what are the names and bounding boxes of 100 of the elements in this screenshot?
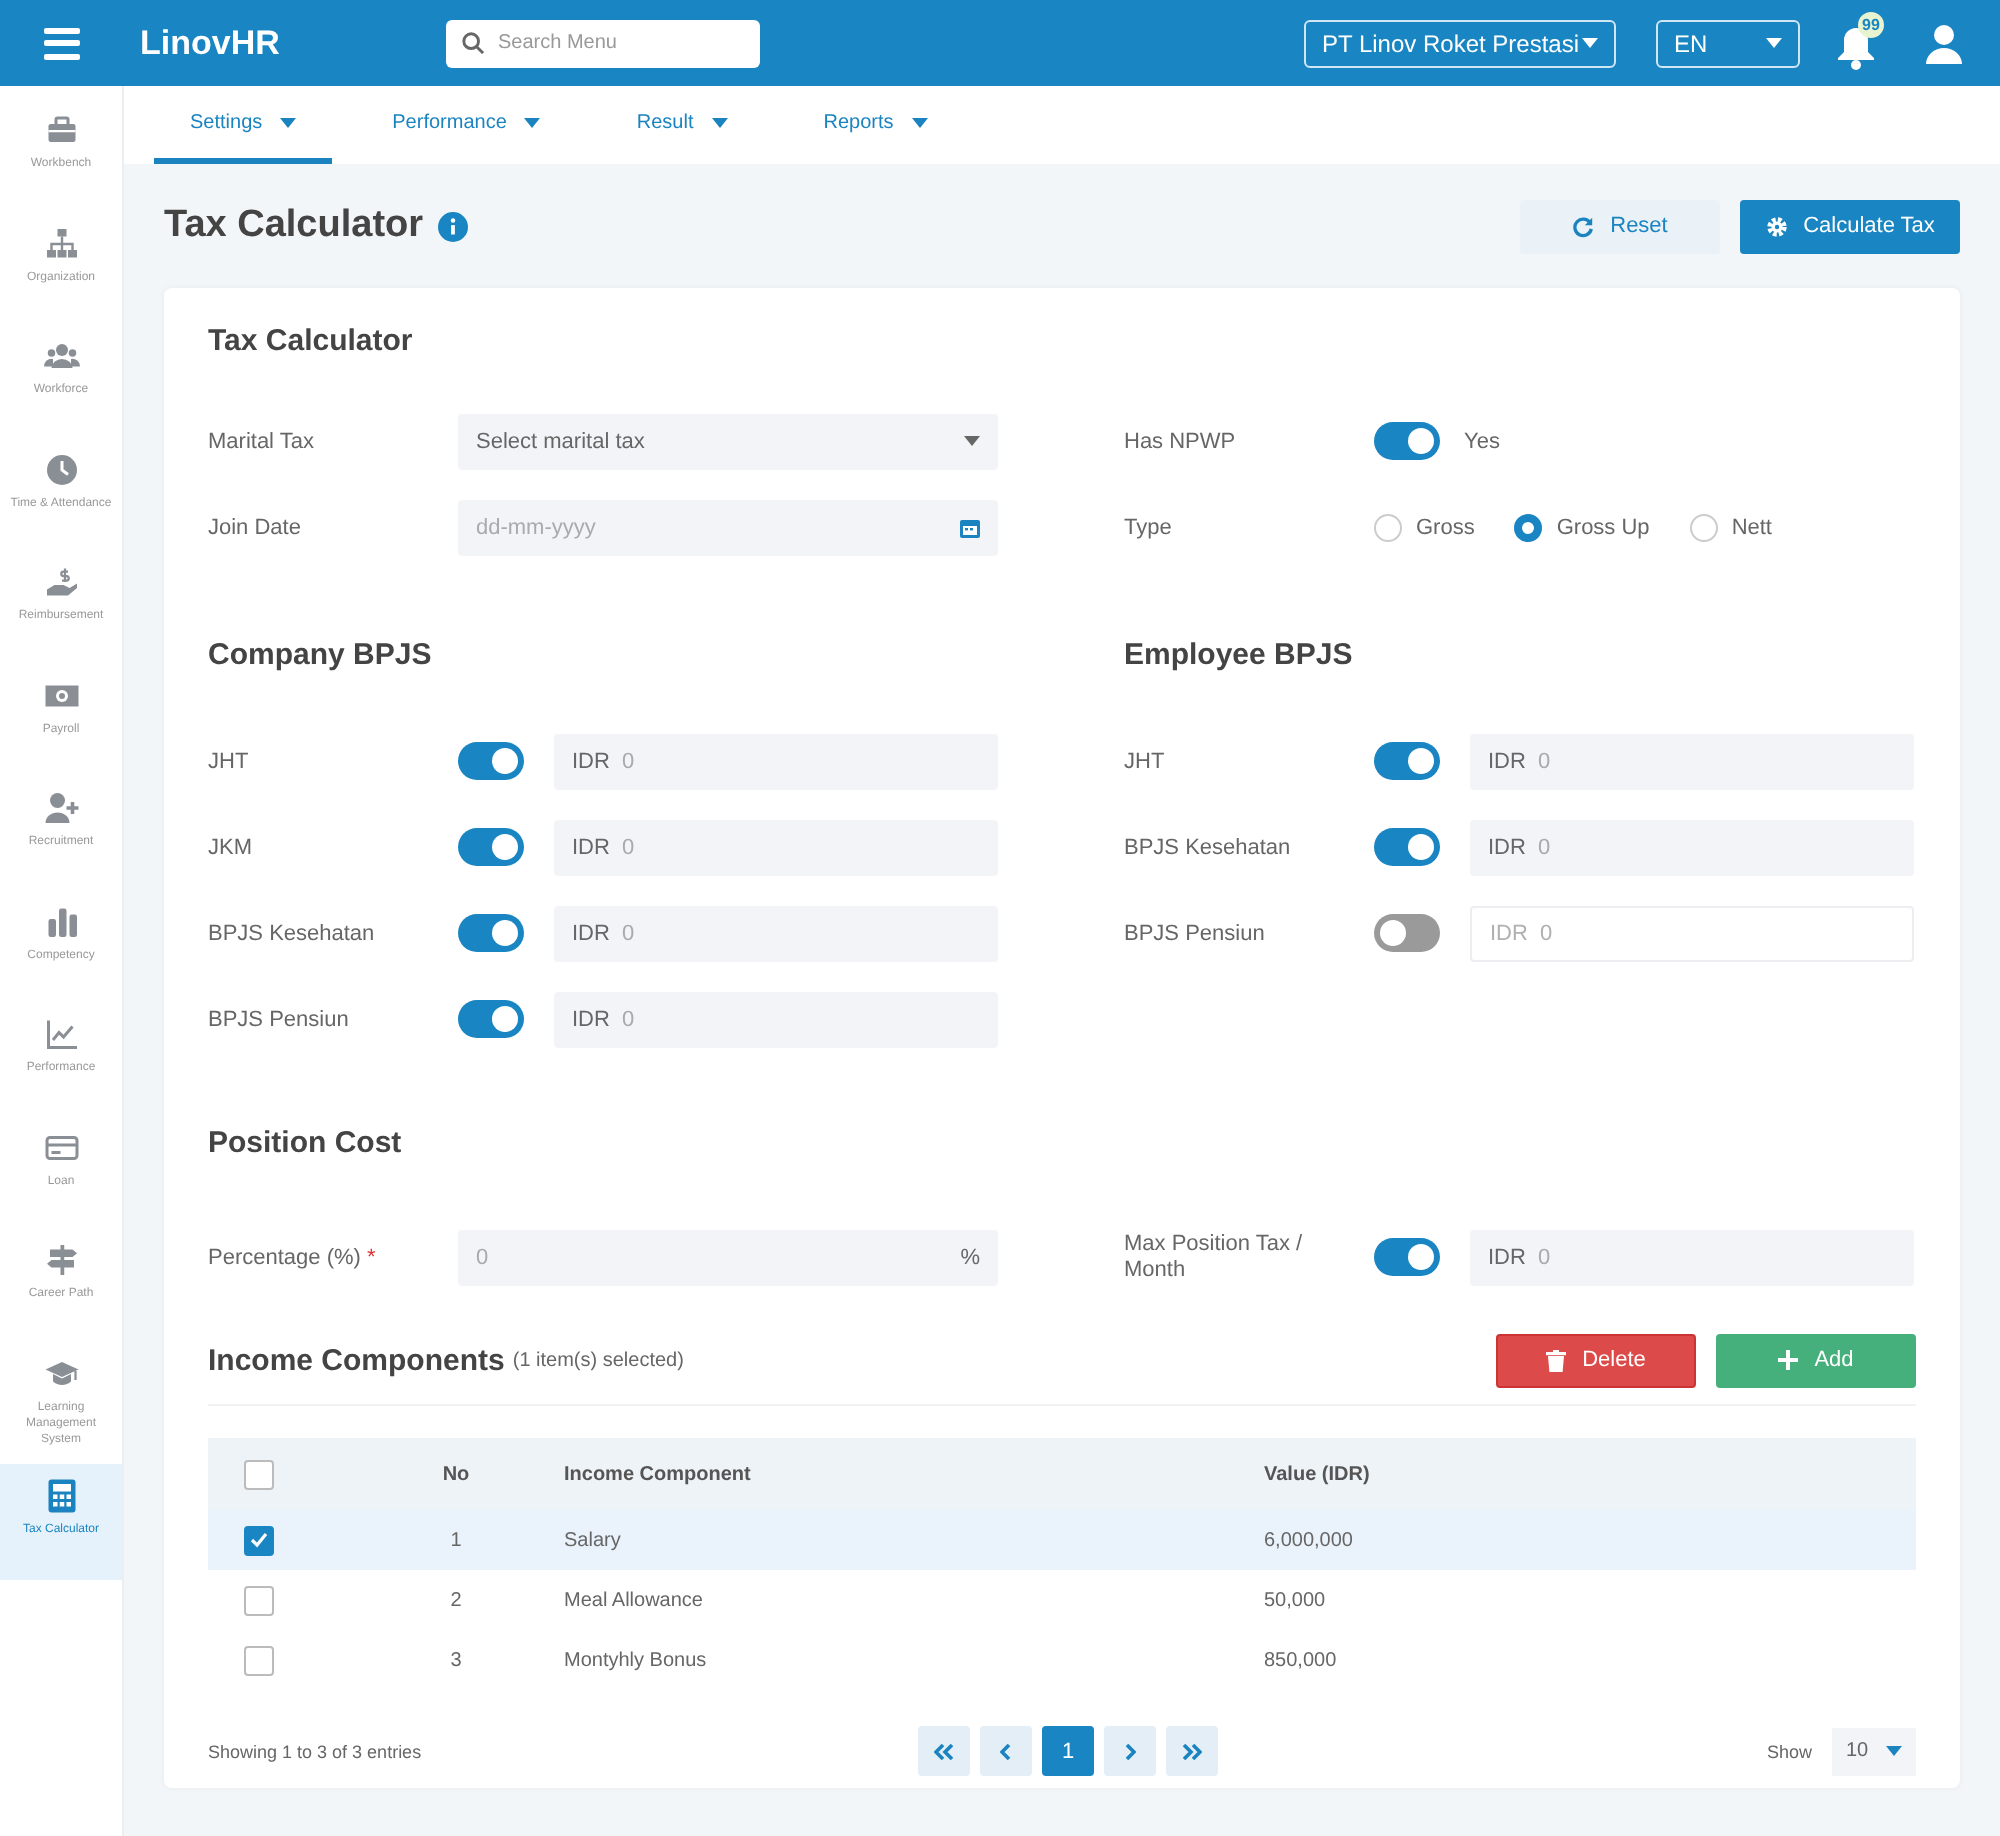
refresh-icon xyxy=(1572,215,1595,237)
field-label: Join Date xyxy=(208,515,303,539)
field-label: BPJS Pensiun xyxy=(208,1007,351,1031)
toggle-switch[interactable] xyxy=(1374,1238,1440,1276)
caret-icon xyxy=(911,117,928,127)
module-icon xyxy=(43,338,79,374)
table-cell: Meal Allowance xyxy=(562,1570,1262,1630)
info-icon[interactable] xyxy=(437,211,468,241)
chevron-left-icon xyxy=(1000,1743,1012,1759)
next-page-button[interactable] xyxy=(1104,1726,1156,1776)
toggle-switch[interactable] xyxy=(458,828,524,866)
toggle-label: Yes xyxy=(1464,429,1500,453)
toggle-switch[interactable] xyxy=(458,914,524,952)
page-button[interactable]: 1 xyxy=(1042,1726,1094,1776)
first-page-button[interactable] xyxy=(918,1726,970,1776)
add-button[interactable]: Add xyxy=(1716,1333,1916,1387)
gear-icon xyxy=(1765,215,1788,237)
radio-button[interactable] xyxy=(1374,513,1402,541)
table-cell-text: 3 xyxy=(448,1647,464,1675)
table-cell: 50,000 xyxy=(1262,1570,1916,1630)
user-icon[interactable] xyxy=(1924,23,1964,63)
amount-field[interactable]: IDR 0 xyxy=(1470,733,1914,789)
field-label: Percentage (%) * xyxy=(208,1245,378,1269)
toggle-switch[interactable] xyxy=(1374,828,1440,866)
nav-tab[interactable]: Result xyxy=(600,86,764,164)
plus-icon xyxy=(1778,1350,1799,1370)
nav-tab[interactable]: Performance xyxy=(356,86,577,164)
radio-option[interactable]: Gross xyxy=(1374,513,1475,541)
module-icon xyxy=(43,1016,79,1052)
delete-button[interactable]: Delete xyxy=(1496,1333,1696,1387)
card-title: Tax Calculator xyxy=(208,321,415,361)
radio-button[interactable] xyxy=(1514,513,1543,541)
app-logo: LinovHR xyxy=(140,23,282,63)
last-page-button[interactable] xyxy=(1166,1726,1218,1776)
check-icon xyxy=(250,1532,268,1548)
checkbox[interactable] xyxy=(244,1525,274,1555)
double-chevron-left-icon xyxy=(934,1743,954,1759)
section-title: Employee BPJS xyxy=(1124,638,1355,676)
amount-field[interactable]: IDR 0 xyxy=(554,905,998,961)
table-cell-text: Montyhly Bonus xyxy=(562,1647,709,1675)
amount-field[interactable]: IDR 0 xyxy=(554,819,998,875)
page-size-select[interactable]: 10 xyxy=(1832,1727,1916,1775)
field-label: Type xyxy=(1124,515,1174,539)
caret-icon xyxy=(1886,1746,1902,1756)
calendar-icon xyxy=(960,517,980,537)
field-label: Marital Tax xyxy=(208,429,316,453)
language-select[interactable]: EN xyxy=(1656,19,1800,67)
notification-badge: 99 xyxy=(1858,11,1884,37)
nav-tab[interactable]: Settings xyxy=(154,86,333,164)
field-label: JKM xyxy=(208,835,254,859)
checkbox[interactable] xyxy=(244,1585,274,1615)
double-chevron-right-icon xyxy=(1182,1743,1202,1759)
checkbox[interactable] xyxy=(244,1459,274,1489)
toggle-switch[interactable] xyxy=(1374,422,1440,460)
field-label: JHT xyxy=(208,749,251,773)
field-label: BPJS Kesehatan xyxy=(208,921,377,945)
module-icon xyxy=(43,225,79,261)
checkbox[interactable] xyxy=(244,1645,274,1675)
caret-icon xyxy=(280,117,297,127)
nav-tab[interactable]: Reports xyxy=(787,86,964,164)
show-label: Show xyxy=(1766,1741,1812,1761)
toggle-switch[interactable] xyxy=(1374,742,1440,780)
caret-icon xyxy=(711,117,728,127)
module-icon xyxy=(43,1478,79,1514)
radio-option[interactable]: Gross Up xyxy=(1514,513,1650,541)
radio-option[interactable]: Nett xyxy=(1689,513,1772,541)
amount-field[interactable]: IDR 0 xyxy=(1470,819,1914,875)
table-cell: 2 xyxy=(350,1570,562,1630)
search-icon xyxy=(462,32,484,54)
company-select[interactable]: PT Linov Roket Prestasi xyxy=(1304,19,1616,67)
amount-field[interactable]: IDR 0 xyxy=(1470,1229,1914,1285)
module-icon xyxy=(43,451,79,487)
toggle-switch[interactable] xyxy=(1374,914,1440,952)
column-header: No xyxy=(350,1438,562,1510)
chevron-right-icon xyxy=(1124,1743,1136,1759)
module-icon xyxy=(43,1242,79,1278)
page-title: Tax Calculator xyxy=(164,204,424,248)
caret-icon xyxy=(1766,38,1782,48)
previous-page-button[interactable] xyxy=(980,1726,1032,1776)
amount-field[interactable]: IDR 0 xyxy=(554,733,998,789)
field-label: BPJS Pensiun xyxy=(1124,921,1267,945)
amount-field[interactable]: IDR 0 xyxy=(554,991,998,1047)
radio-button[interactable] xyxy=(1689,513,1718,541)
calculate-button[interactable]: Calculate Tax xyxy=(1740,199,1960,253)
entries-info: Showing 1 to 3 of 3 entries xyxy=(208,1741,424,1761)
menu-icon[interactable] xyxy=(44,27,80,59)
search-field[interactable]: Search Menu xyxy=(446,19,760,67)
reset-button[interactable]: Reset xyxy=(1520,199,1720,253)
date-field[interactable]: dd-mm-yyyy xyxy=(458,499,998,555)
section-title: Position Cost xyxy=(208,1126,404,1164)
table-cell: 6,000,000 xyxy=(1262,1510,1916,1570)
marital-tax-select[interactable]: Select marital tax xyxy=(458,413,998,469)
toggle-switch[interactable] xyxy=(458,1000,524,1038)
amount-field[interactable]: IDR 0 xyxy=(1470,905,1914,961)
field-label: Has NPWP xyxy=(1124,429,1238,453)
toggle-switch[interactable] xyxy=(458,742,524,780)
percentage-field[interactable]: 0 % xyxy=(458,1229,998,1285)
field-label: BPJS Kesehatan xyxy=(1124,835,1293,859)
module-icon xyxy=(43,903,79,939)
column-header: Value (IDR) xyxy=(1262,1438,1916,1510)
